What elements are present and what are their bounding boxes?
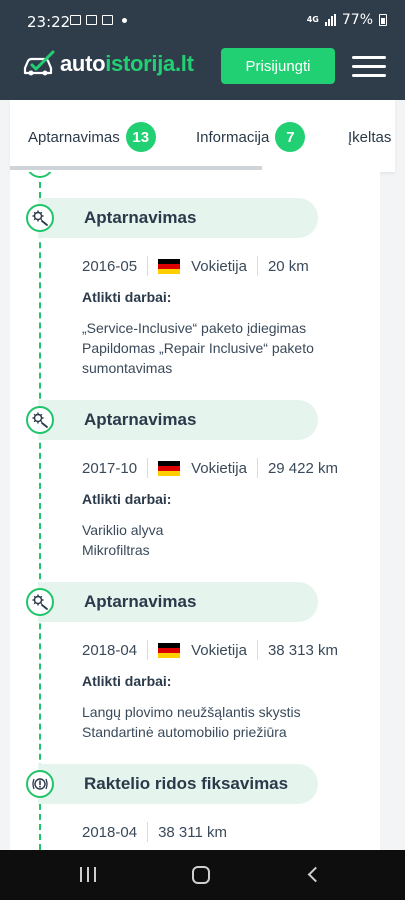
system-navigation-bar: [0, 850, 405, 900]
tab-ikeltas[interactable]: Įkeltas: [348, 122, 391, 152]
entry-date: 2016-05: [82, 257, 138, 275]
logo-text-auto: auto: [60, 51, 106, 76]
germany-flag-icon: [158, 642, 181, 658]
signal-icon: [324, 14, 336, 26]
entry-mileage: 29 422 km: [267, 459, 338, 477]
status-time: 23:22: [27, 13, 71, 31]
service-gears-icon: [26, 204, 54, 232]
history-tabs: Aptarnavimas 13 Informacija 7 Įkeltas: [10, 100, 395, 172]
timeline-node-previous: [26, 172, 54, 178]
entry-meta: 2018-04 Vokietija 38 313 km: [82, 640, 338, 660]
home-icon[interactable]: [192, 866, 210, 884]
logo-text-istorija: istorija.lt: [105, 51, 194, 76]
work-item: „Service-Inclusive“ paketo įdiegimas: [82, 320, 307, 336]
works-label: Atlikti darbai:: [82, 673, 172, 689]
tab-count-badge: 7: [275, 122, 306, 152]
car-check-logo-icon: [23, 50, 55, 76]
entry-date: 2017-10: [82, 459, 138, 477]
tab-informacija[interactable]: Informacija 7: [196, 122, 306, 152]
entry-country: Vokietija: [191, 257, 247, 275]
entry-title: Aptarnavimas: [84, 592, 197, 611]
work-item: Papildomas „Repair Inclusive“ paketo sum…: [82, 340, 314, 376]
entry-date: 2018-04: [82, 823, 138, 841]
divider: [147, 822, 149, 842]
tab-label: Informacija: [196, 128, 270, 146]
youtube-icon: [102, 15, 113, 25]
divider: [256, 458, 258, 478]
entry-mileage: 20 km: [267, 257, 309, 275]
menu-icon[interactable]: [352, 56, 386, 78]
divider: [147, 256, 149, 276]
divider: [147, 458, 149, 478]
network-type: 4G: [306, 15, 319, 24]
works-list: Langų plovimo neužšąlantis skystis Stand…: [82, 702, 352, 742]
timeline-line: [39, 172, 41, 850]
entry-country: Vokietija: [191, 459, 247, 477]
key-warning-icon: [26, 770, 54, 798]
works-list: Variklio alyva Mikrofiltras: [82, 520, 352, 560]
tab-count-badge: 13: [125, 122, 156, 152]
service-gears-icon: [26, 406, 54, 434]
tab-aptarnavimas[interactable]: Aptarnavimas 13: [28, 122, 156, 152]
back-icon[interactable]: [307, 866, 324, 883]
entry-date: 2018-04: [82, 641, 138, 659]
work-item: Standartinė automobilio priežiūra: [82, 724, 287, 740]
battery-percent: 77%: [341, 12, 373, 28]
work-item: Mikrofiltras: [82, 542, 150, 558]
work-item: Langų plovimo neužšąlantis skystis: [82, 704, 301, 720]
logo[interactable]: autoistorija.lt: [22, 50, 194, 78]
entry-title: Aptarnavimas: [84, 208, 197, 227]
divider: [256, 256, 258, 276]
entry-title: Raktelio ridos fiksavimas: [84, 774, 289, 793]
gallery-icon: [70, 15, 81, 25]
service-gears-icon: [26, 588, 54, 616]
work-item: Variklio alyva: [82, 522, 164, 538]
login-button[interactable]: Prisijungti: [221, 48, 335, 84]
entry-country: Vokietija: [191, 641, 247, 659]
notification-icons: [70, 15, 127, 25]
entry-meta: 2018-04 38 311 km: [82, 822, 227, 842]
tab-label: Įkeltas: [348, 128, 392, 146]
site-header: autoistorija.lt Prisijungti: [0, 34, 405, 100]
works-label: Atlikti darbai:: [82, 491, 172, 507]
works-label: Atlikti darbai:: [82, 289, 172, 305]
entry-meta: 2017-10 Vokietija 29 422 km: [82, 458, 338, 478]
more-dot-icon: [122, 17, 127, 23]
entry-mileage: 38 313 km: [267, 641, 338, 659]
entry-title: Aptarnavimas: [84, 410, 197, 429]
status-bar: 23:22 4G 77%: [0, 0, 405, 34]
tabs-scroll-indicator: [10, 166, 262, 170]
germany-flag-icon: [158, 460, 181, 476]
entry-meta: 2016-05 Vokietija 20 km: [82, 256, 309, 276]
entry-mileage: 38 311 km: [158, 823, 227, 841]
battery-icon: [379, 14, 387, 26]
timeline: Aptarnavimas 2016-05 Vokietija 20 km Atl…: [10, 172, 380, 850]
divider: [256, 640, 258, 660]
recent-apps-icon[interactable]: [80, 867, 96, 882]
tab-label: Aptarnavimas: [28, 128, 120, 146]
divider: [147, 640, 149, 660]
works-list: „Service-Inclusive“ paketo įdiegimas Pap…: [82, 318, 352, 378]
phone-icon: [86, 15, 97, 25]
germany-flag-icon: [158, 258, 181, 274]
